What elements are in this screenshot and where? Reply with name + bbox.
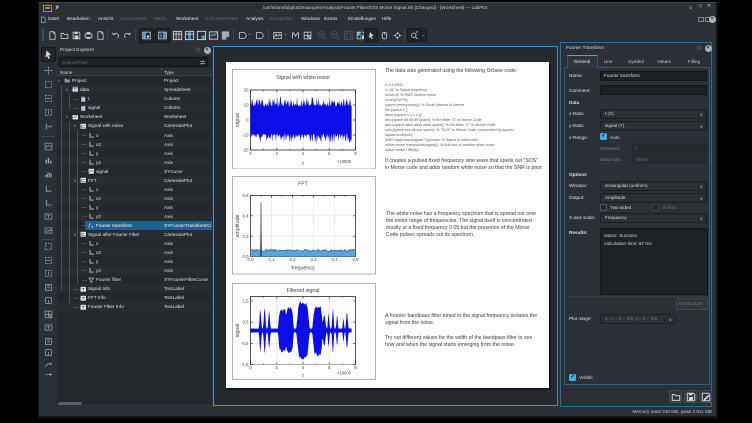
svg-text:Filtered signal: Filtered signal: [287, 288, 320, 294]
svg-text:0,0: 0,0: [248, 257, 255, 262]
svg-text:1,5: 1,5: [243, 298, 250, 303]
svg-text:10: 10: [244, 102, 249, 107]
svg-text:FFT: FFT: [298, 182, 308, 188]
svg-text:0,5: 0,5: [353, 257, 360, 262]
svg-text:0,6: 0,6: [243, 193, 250, 198]
svg-text:20: 20: [244, 87, 249, 92]
svg-text:0,5: 0,5: [243, 320, 250, 325]
svg-text:-1,5: -1,5: [241, 362, 249, 367]
svg-text:signal: signal: [235, 113, 241, 127]
svg-text:-10: -10: [242, 132, 249, 137]
svg-text:0,4: 0,4: [243, 214, 250, 219]
svg-text:Signal with white noise: Signal with white noise: [276, 75, 330, 81]
svg-text:-0,5: -0,5: [241, 341, 249, 346]
svg-text:amplitude: amplitude: [235, 214, 241, 237]
svg-text:0,2: 0,2: [243, 234, 250, 239]
svg-text:-20: -20: [242, 147, 249, 152]
svg-text:×10000: ×10000: [337, 371, 352, 376]
svg-text:u: u: [91, 225, 93, 229]
svg-text:0,2: 0,2: [290, 257, 297, 262]
svg-text:×10000: ×10000: [337, 158, 352, 163]
svg-text:0,1: 0,1: [269, 257, 276, 262]
svg-text:0,3: 0,3: [311, 257, 318, 262]
svg-text:frequency: frequency: [291, 266, 315, 272]
svg-text:signal: signal: [235, 324, 241, 338]
svg-text:0,4: 0,4: [332, 257, 339, 262]
